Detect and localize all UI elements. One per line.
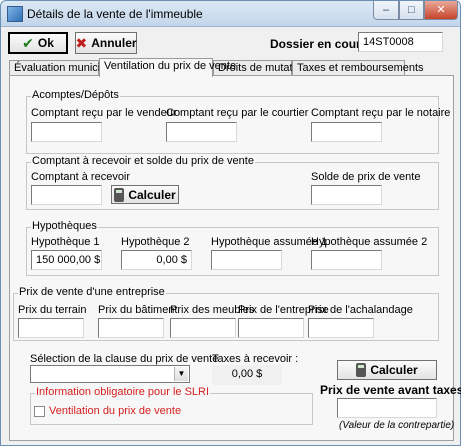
batiment-label: Prix du bâtiment [98,304,178,316]
vendeur-field[interactable] [31,122,102,142]
close-button[interactable]: ✕ [424,1,458,20]
achalandage-field[interactable] [308,318,374,338]
acomptes-group: Acomptes/Dépôts Comptant reçu par le ven… [26,89,450,154]
ok-button[interactable]: ✔ Ok [8,32,68,54]
batiment-field[interactable] [98,318,164,338]
notaire-label: Comptant reçu par le notaire [311,107,451,119]
ventilation-checkbox[interactable] [34,406,45,417]
courtier-label: Comptant reçu par le courtier [166,107,309,119]
tab-taxes-remboursements[interactable]: Taxes et remboursements [292,60,424,76]
clause-select[interactable]: ▼ [30,365,190,383]
recevoir-label: Comptant à recevoir [31,171,131,183]
hypotheque-assumee2-field[interactable] [311,250,382,270]
recevoir-field[interactable] [31,185,102,205]
calculer-prix-label: Calculer [370,363,418,377]
maximize-button[interactable]: □ [399,1,424,20]
tab-ventilation-prix-vente[interactable]: Ventilation du prix de vente [99,58,236,77]
calculator-icon [356,363,367,377]
hypotheque-assumee1-label: Hypothèque assumée 1 [211,236,328,248]
taxes-recevoir-label: Taxes à recevoir : [212,353,299,365]
prix-avant-taxes-label: Prix de vente avant taxes [320,383,461,397]
slri-group: Information obligatoire pour le SLRI Ven… [30,386,313,425]
meubles-field[interactable] [170,318,236,338]
terrain-field[interactable] [18,318,84,338]
sale-details-window: Détails de la vente de l'immeuble – □ ✕ … [0,0,461,446]
calculer-solde-button[interactable]: Calculer [111,185,179,204]
minimize-button[interactable]: – [373,1,399,20]
hypotheque-assumee2-label: Hypothèque assumée 2 [311,236,428,248]
tab-evaluation-municipale[interactable]: Évaluation municipale [9,60,121,76]
hypotheque1-label: Hypothèque 1 [31,236,100,248]
ok-label: Ok [37,36,54,50]
hypotheques-legend: Hypothèques [31,220,98,232]
clause-label: Sélection de la clause du prix de vente [30,353,219,365]
cancel-button[interactable]: ✖ Annuler [75,32,137,54]
achalandage-label: Prix de l'achalandage [308,304,413,316]
solde-legend: Comptant à recevoir et solde du prix de … [31,155,255,167]
app-icon [7,6,23,22]
calculator-icon [114,187,125,202]
calculer-label: Calculer [128,187,176,202]
prix-entreprise-field[interactable] [238,318,304,338]
contrepartie-note: (Valeur de la contrepartie) [339,420,455,431]
courtier-field[interactable] [166,122,237,142]
solde-group: Comptant à recevoir et solde du prix de … [26,155,439,210]
hypotheque1-field[interactable]: 150 000,00 $ [31,250,102,270]
hypotheque2-label: Hypothèque 2 [121,236,190,248]
ventilation-panel: Acomptes/Dépôts Comptant reçu par le ven… [9,75,461,441]
ventilation-checkbox-label[interactable]: Ventilation du prix de vente [49,405,181,417]
entreprise-group: Prix de vente d'une entreprise Prix du t… [13,286,439,341]
vendeur-label: Comptant reçu par le vendeur [31,107,177,119]
hypotheques-group: Hypothèques Hypothèque 1 150 000,00 $ Hy… [26,220,439,276]
taxes-recevoir-value: 0,00 $ [212,365,282,385]
chevron-down-icon[interactable]: ▼ [174,367,188,381]
terrain-label: Prix du terrain [18,304,87,316]
hypotheque-assumee1-field[interactable] [211,250,282,270]
hypotheque2-field[interactable]: 0,00 $ [121,250,192,270]
solde-prix-field[interactable] [311,185,382,205]
window-title: Détails de la vente de l'immeuble [27,7,203,21]
cancel-label: Annuler [91,36,137,50]
entreprise-legend: Prix de vente d'une entreprise [18,286,166,298]
title-bar: Détails de la vente de l'immeuble – □ ✕ [1,1,460,27]
dossier-field[interactable]: 14ST0008 [358,32,443,52]
check-icon: ✔ [22,34,34,51]
prix-avant-taxes-field[interactable] [337,398,437,418]
acomptes-legend: Acomptes/Dépôts [31,89,120,101]
calculer-prix-button[interactable]: Calculer [337,360,437,380]
solde-prix-label: Solde de prix de vente [311,171,421,183]
cancel-icon: ✖ [75,34,88,51]
slri-legend: Information obligatoire pour le SLRI [35,386,211,398]
notaire-field[interactable] [311,122,382,142]
